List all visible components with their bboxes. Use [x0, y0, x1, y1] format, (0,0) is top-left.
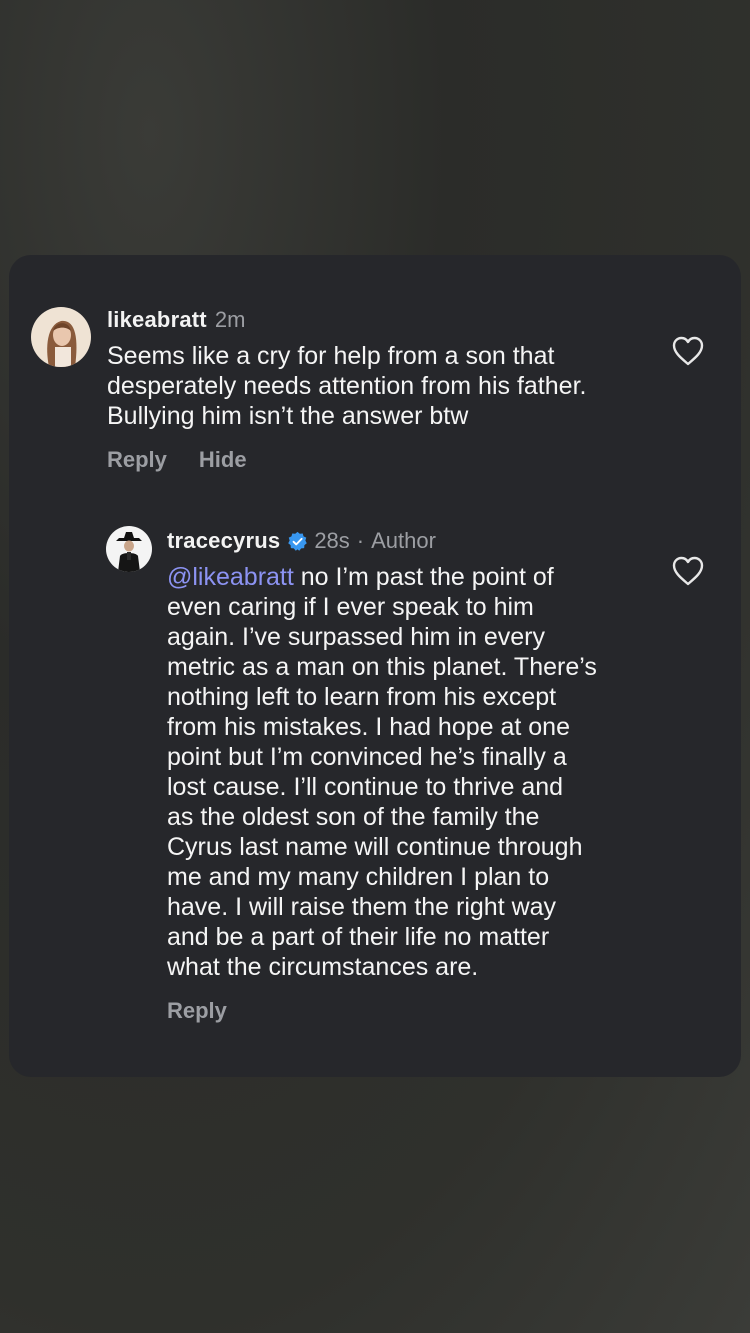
comment-line: Cyrus last name will continue through	[167, 833, 583, 861]
comment-text: Seems like a cry for help from a son tha…	[107, 341, 657, 431]
comment-header: tracecyrus 28s · Author	[167, 528, 436, 554]
reply-button[interactable]: Reply	[167, 998, 227, 1024]
heart-outline-icon[interactable]	[671, 555, 705, 587]
username[interactable]: tracecyrus	[167, 528, 280, 554]
hide-button[interactable]: Hide	[199, 447, 247, 473]
comment-line: and be a part of their life no matter	[167, 923, 550, 951]
comment-header: likeabratt 2m	[107, 307, 245, 333]
comment-line: have. I will raise them the right way	[167, 893, 557, 921]
comment-text: @likeabratt no I’m past the point of eve…	[167, 562, 657, 982]
username[interactable]: likeabratt	[107, 307, 207, 333]
comment-line: what the circumstances are.	[167, 953, 479, 981]
comment-line: Seems like a cry for help from a son tha…	[107, 342, 555, 370]
comment-line: again. I’ve surpassed him in every	[167, 623, 545, 651]
comment-line: from his mistakes. I had hope at one	[167, 713, 570, 741]
reply-button[interactable]: Reply	[107, 447, 167, 473]
heart-outline-icon[interactable]	[671, 335, 705, 367]
comment-actions: Reply Hide	[107, 447, 247, 473]
timestamp: 2m	[214, 307, 246, 332]
separator: ·	[356, 528, 365, 553]
mention-link[interactable]: @likeabratt	[167, 563, 294, 591]
comment-actions: Reply	[167, 998, 227, 1024]
comment-line: lost cause. I’ll continue to thrive and	[167, 773, 564, 801]
avatar-tracecyrus[interactable]	[106, 526, 152, 572]
comment-line: nothing left to learn from his except	[167, 683, 557, 711]
verified-badge-icon	[287, 531, 308, 552]
comment-line: metric as a man on this planet. There’s	[167, 653, 597, 681]
comment-line: Bullying him isn’t the answer btw	[107, 402, 469, 430]
author-label: Author	[371, 528, 436, 553]
timestamp: 28s	[314, 528, 350, 553]
comment-line: desperately needs attention from his fat…	[107, 372, 587, 400]
comment-thread-card: likeabratt 2m Seems like a cry for help …	[9, 255, 741, 1077]
avatar-likeabratt[interactable]	[31, 307, 91, 367]
comment-line: me and my many children I plan to	[167, 863, 550, 891]
comment-line: as the oldest son of the family the	[167, 803, 540, 831]
comment-line-text: no I’m past the point of	[293, 563, 554, 591]
comment-line: even caring if I ever speak to him	[167, 593, 534, 621]
comment-line: @likeabratt no I’m past the point of	[167, 562, 657, 592]
comment-line: point but I’m convinced he’s finally a	[167, 743, 567, 771]
